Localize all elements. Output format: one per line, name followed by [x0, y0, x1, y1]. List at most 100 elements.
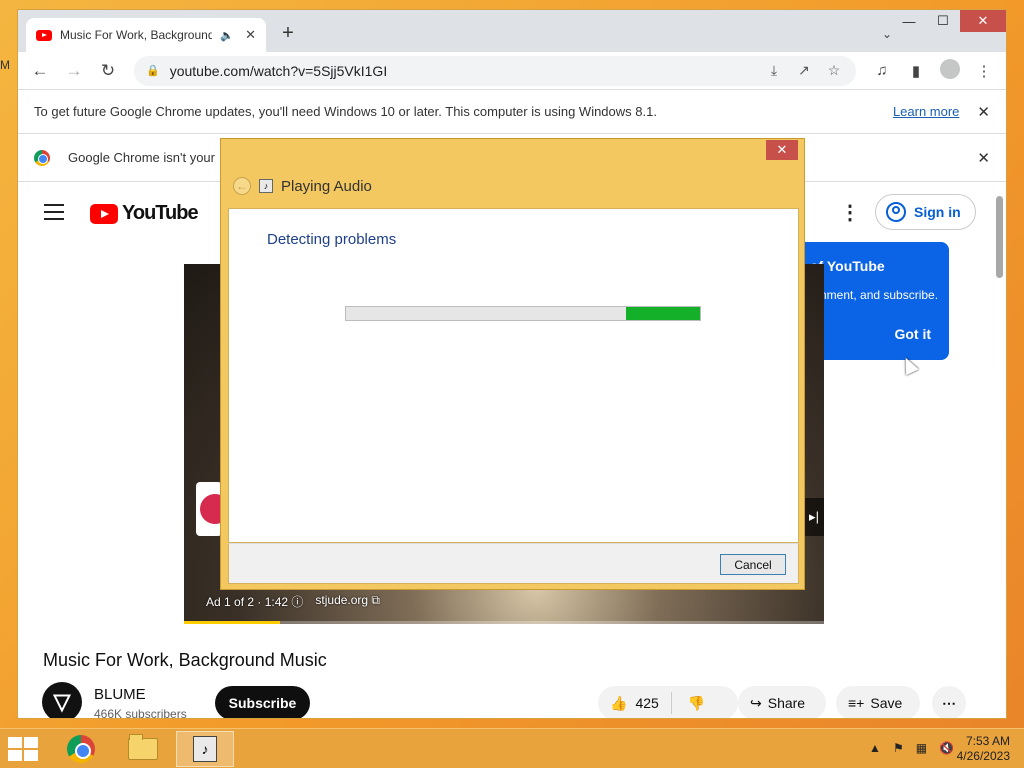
chrome-logo-icon — [34, 149, 50, 166]
channel-avatar[interactable]: ▽ — [42, 682, 82, 718]
taskbar-clock[interactable]: 7:53 AM 4/26/2023 — [957, 734, 1010, 764]
progress-bar — [345, 306, 701, 321]
learn-more-link[interactable]: Learn more — [893, 104, 959, 119]
chrome-menu-icon[interactable]: ⋮ — [970, 62, 998, 80]
dialog-footer: Cancel — [228, 543, 799, 584]
update-infobar: To get future Google Chrome updates, you… — [18, 90, 1006, 134]
tooltip-text: omment, and subscribe. — [810, 288, 939, 302]
browser-tab[interactable]: Music For Work, Background Music 🔈 ✕ — [26, 18, 266, 52]
status-text: Detecting problems — [267, 231, 397, 248]
subscribe-button[interactable]: Subscribe — [215, 686, 310, 718]
sign-in-button[interactable]: Sign in — [875, 194, 976, 230]
action-center-flag-icon[interactable]: ⚑ — [893, 741, 904, 755]
infobar-close-icon[interactable]: ✕ — [977, 103, 990, 121]
page-scrollbar[interactable] — [993, 186, 1006, 718]
infobar2-close-icon[interactable]: ✕ — [977, 149, 990, 167]
clock-time: 7:53 AM — [965, 734, 1010, 748]
troubleshooter-dialog: ✕ ← ♪ Playing Audio Detecting problems C… — [220, 138, 805, 590]
video-progress-bar[interactable] — [184, 621, 824, 624]
windows-start-icon[interactable] — [8, 737, 38, 761]
tab-search-icon[interactable]: ⌄ — [882, 27, 892, 41]
thumbs-up-icon: 👍 — [610, 694, 628, 711]
more-options-icon[interactable]: ⋮ — [840, 200, 860, 225]
network-icon[interactable]: ▦ — [916, 741, 927, 755]
side-panel-icon[interactable]: ▮ — [902, 62, 930, 80]
tab-title: Music For Work, Background Music — [60, 28, 212, 42]
tooltip-title: of YouTube — [810, 258, 885, 274]
subscriber-count: 466K subscribers — [94, 707, 187, 718]
like-count: 425 — [635, 695, 659, 711]
bookmark-star-icon[interactable]: ☆ — [824, 62, 844, 79]
troubleshooter-icon: ♪ — [193, 736, 217, 762]
tray-expand-icon[interactable]: ▲ — [869, 741, 881, 755]
share-label: Share — [767, 695, 806, 711]
more-actions-button[interactable]: ⋯ — [932, 686, 966, 718]
address-bar[interactable]: 🔒 youtube.com/watch?v=5Sjj5VkI1GI ⤓ ↗ ☆ — [134, 55, 856, 86]
chrome-icon — [67, 735, 95, 763]
forward-arrow-icon[interactable]: → — [60, 57, 88, 85]
taskbar-troubleshooter-button[interactable]: ♪ — [176, 731, 234, 767]
thumbs-down-icon: 👎 — [687, 694, 706, 711]
minimize-button[interactable]: — — [892, 10, 926, 32]
back-arrow-icon[interactable]: ← — [233, 177, 251, 195]
media-control-icon[interactable]: ♫ — [868, 62, 896, 79]
save-label: Save — [870, 695, 903, 711]
window-close-button[interactable]: ✕ — [960, 10, 1006, 32]
new-tab-button[interactable]: + — [276, 22, 300, 45]
share-arrow-icon: ↪ — [750, 694, 762, 711]
dislike-button[interactable]: 👎 — [672, 695, 721, 712]
maximize-button[interactable]: ☐ — [926, 10, 960, 32]
channel-name[interactable]: BLUME — [94, 686, 146, 703]
ad-counter[interactable]: Ad 1 of 2 · 1:42 ⓘ — [206, 593, 303, 610]
default-browser-text: Google Chrome isn't your — [68, 150, 215, 165]
share-button[interactable]: ↪ Share — [738, 686, 826, 718]
reload-icon[interactable]: ↻ — [94, 57, 122, 85]
chrome-toolbar: ← → ↻ 🔒 youtube.com/watch?v=5Sjj5VkI1GI … — [18, 52, 1006, 90]
like-button[interactable]: 👍 425 — [598, 692, 672, 714]
menu-hamburger-icon[interactable] — [44, 204, 64, 220]
youtube-logo[interactable]: YouTube — [90, 202, 199, 225]
user-icon — [886, 202, 906, 222]
taskbar-file-explorer-button[interactable] — [114, 731, 172, 767]
scrollbar-thumb[interactable] — [996, 196, 1003, 278]
video-progress-fill — [184, 621, 280, 624]
volume-muted-icon[interactable]: 🔇 — [939, 741, 954, 755]
system-tray: ▲ ⚑ ▦ 🔇 — [869, 741, 954, 755]
window-controls: — ☐ ✕ — [892, 10, 1006, 32]
youtube-logo-icon — [90, 203, 118, 224]
clock-date: 4/26/2023 — [956, 749, 1010, 763]
ad-thumbnail[interactable] — [196, 482, 222, 536]
sign-in-label: Sign in — [914, 204, 961, 220]
install-app-icon[interactable]: ⤓ — [764, 62, 784, 79]
taskbar-chrome-button[interactable] — [52, 731, 110, 767]
lock-icon[interactable]: 🔒 — [146, 64, 160, 77]
got-it-button[interactable]: Got it — [894, 326, 931, 342]
youtube-logo-text: YouTube — [122, 202, 199, 224]
tab-close-icon[interactable]: ✕ — [245, 27, 256, 43]
update-infobar-text: To get future Google Chrome updates, you… — [34, 104, 657, 119]
video-title: Music For Work, Background Music — [43, 650, 327, 670]
dialog-close-button[interactable]: ✕ — [766, 140, 798, 160]
dialog-title: Playing Audio — [281, 177, 372, 195]
playlist-add-icon: ≡+ — [848, 695, 865, 711]
progress-indicator — [625, 307, 700, 320]
ad-info: Ad 1 of 2 · 1:42 ⓘ stjude.org ⧉ — [206, 593, 380, 610]
share-icon[interactable]: ↗ — [794, 62, 814, 79]
skip-ad-icon[interactable]: ▸| — [804, 498, 824, 536]
taskbar: ♪ ▲ ⚑ ▦ 🔇 7:53 AM 4/26/2023 — [0, 728, 1024, 768]
folder-icon — [128, 734, 158, 760]
cancel-button[interactable]: Cancel — [720, 554, 786, 575]
troubleshooter-icon: ♪ — [259, 179, 273, 193]
audio-playing-icon[interactable]: 🔈 — [220, 29, 234, 42]
chrome-titlebar: Music For Work, Background Music 🔈 ✕ + ⌄… — [18, 10, 1006, 52]
profile-avatar[interactable] — [936, 58, 964, 83]
like-dislike-group: 👍 425 👎 — [598, 686, 738, 718]
ad-site-link[interactable]: stjude.org ⧉ — [315, 593, 380, 610]
back-arrow-icon[interactable]: ← — [26, 57, 54, 85]
save-button[interactable]: ≡+ Save — [836, 686, 920, 718]
dialog-content: Detecting problems — [228, 208, 799, 543]
youtube-favicon-icon — [36, 29, 52, 41]
url-text[interactable]: youtube.com/watch?v=5Sjj5VkI1GI — [170, 63, 754, 79]
desktop-edge-text: M — [0, 58, 10, 72]
dialog-header: ← ♪ Playing Audio — [233, 177, 372, 195]
